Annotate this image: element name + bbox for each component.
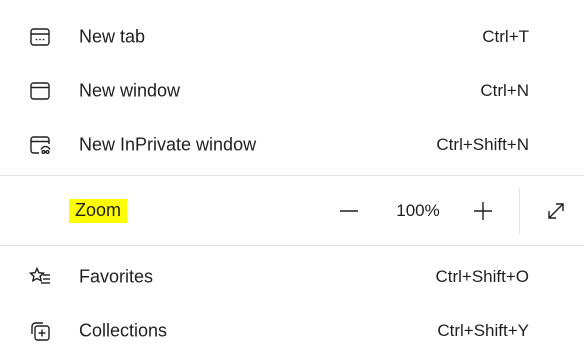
zoom-out-button[interactable]: [333, 195, 365, 227]
menu-item-shortcut: Ctrl+Shift+O: [435, 267, 529, 286]
zoom-level: 100%: [396, 201, 440, 220]
menu-item-shortcut: Ctrl+Shift+Y: [437, 321, 529, 340]
menu-item-label: New window: [79, 80, 181, 101]
collections-icon: [26, 317, 54, 345]
menu-item-new-tab[interactable]: New tab Ctrl+T: [0, 10, 584, 64]
favorites-icon: [26, 263, 54, 291]
fullscreen-icon: [548, 203, 564, 219]
menu-item-new-inprivate-window[interactable]: New InPrivate window Ctrl+Shift+N: [0, 118, 584, 172]
menu-divider: [0, 245, 584, 246]
menu-item-label: Collections: [79, 320, 168, 341]
menu-item-favorites[interactable]: Favorites Ctrl+Shift+O: [0, 250, 584, 304]
menu-divider: [0, 175, 584, 176]
zoom-separator: [519, 188, 520, 234]
browser-settings-menu: New tab Ctrl+T New window Ctrl+N New InP…: [0, 0, 584, 344]
menu-item-label: New InPrivate window: [79, 134, 257, 155]
plus-icon: [474, 202, 492, 220]
zoom-label: Zoom: [69, 199, 128, 223]
minus-icon: [340, 210, 358, 212]
menu-item-shortcut: Ctrl+Shift+N: [436, 135, 529, 154]
menu-item-collections[interactable]: Collections Ctrl+Shift+Y: [0, 304, 584, 358]
menu-item-label: Favorites: [79, 266, 154, 287]
new-tab-icon: [26, 23, 54, 51]
menu-item-new-window[interactable]: New window Ctrl+N: [0, 64, 584, 118]
menu-item-shortcut: Ctrl+N: [480, 81, 529, 100]
menu-item-shortcut: Ctrl+T: [482, 27, 529, 46]
new-window-icon: [26, 77, 54, 105]
menu-item-label: New tab: [79, 26, 146, 47]
menu-item-zoom: Zoom 100%: [0, 184, 584, 238]
fullscreen-button[interactable]: [540, 195, 572, 227]
inprivate-window-icon: [26, 131, 54, 159]
zoom-in-button[interactable]: [467, 195, 499, 227]
